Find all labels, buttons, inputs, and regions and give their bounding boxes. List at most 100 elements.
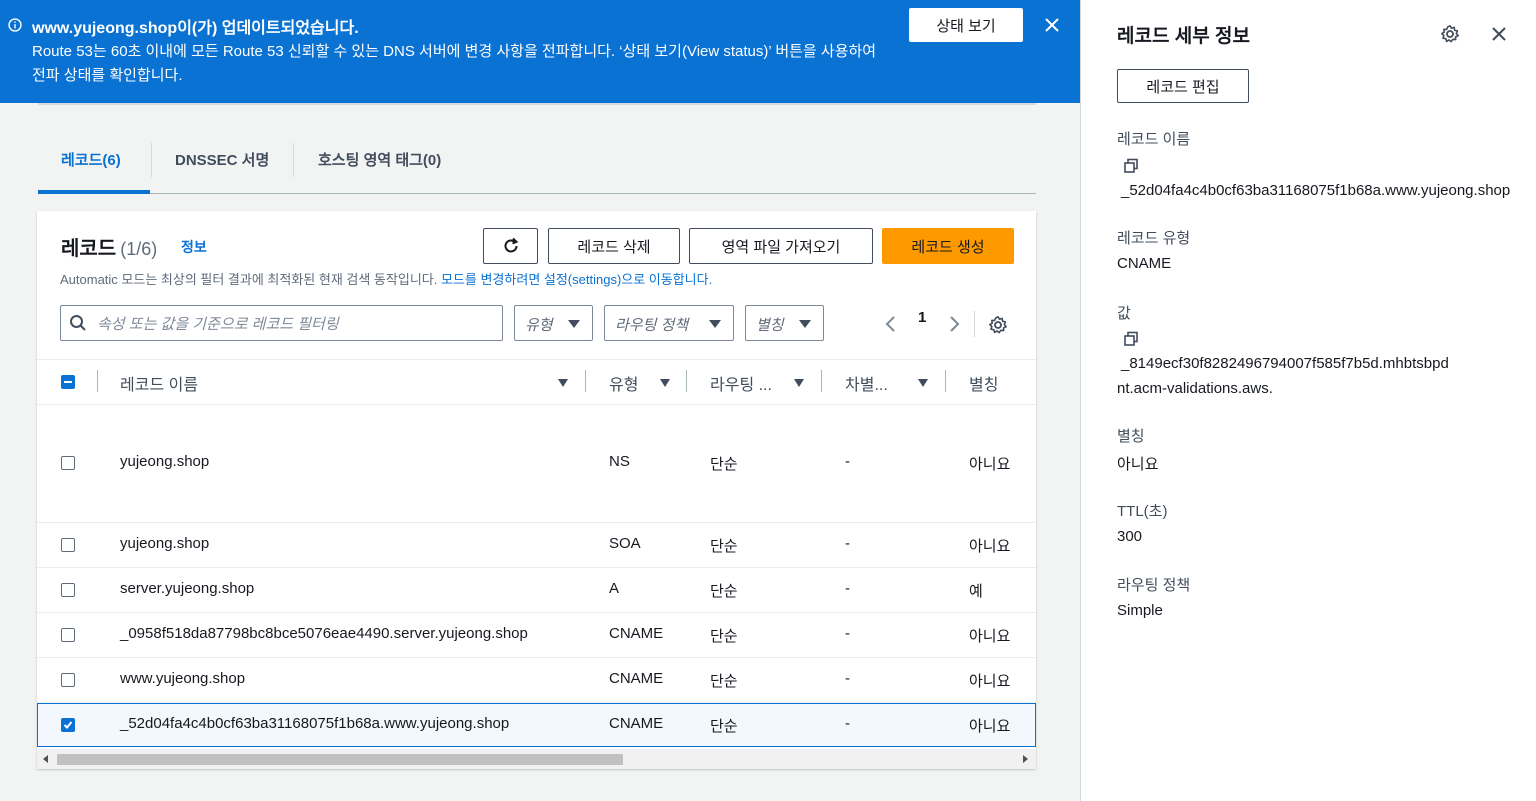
sort-icon[interactable] bbox=[558, 379, 568, 387]
routing-cell: 단순 bbox=[710, 673, 738, 690]
table-row[interactable]: www.yujeong.shop CNAME 단순 - 아니요 bbox=[37, 658, 1036, 703]
differentiator-cell: - bbox=[845, 625, 850, 642]
preferences-gear-icon[interactable] bbox=[988, 315, 1008, 335]
routing-cell: 단순 bbox=[710, 583, 738, 600]
description-text: Automatic 모드는 최상의 필터 결과에 최적화된 현재 검색 동작입니… bbox=[60, 272, 438, 287]
routing-policy-dropdown[interactable]: 라우팅 정책 bbox=[604, 305, 734, 341]
horizontal-scrollbar[interactable] bbox=[37, 749, 1036, 769]
tab-separator bbox=[293, 143, 294, 177]
row-checkbox[interactable] bbox=[61, 456, 75, 470]
info-icon bbox=[8, 18, 22, 32]
sort-icon[interactable] bbox=[918, 379, 928, 387]
row-checkbox[interactable] bbox=[61, 538, 75, 552]
refresh-icon bbox=[504, 237, 518, 253]
current-page[interactable]: 1 bbox=[918, 309, 926, 326]
ttl-value: 300 bbox=[1117, 528, 1143, 545]
select-all-checkbox[interactable] bbox=[61, 375, 75, 389]
record-name-cell: _0958f518da87798bc8bce5076eae4490.server… bbox=[120, 625, 528, 642]
next-page-icon[interactable] bbox=[947, 315, 961, 333]
alias-dropdown[interactable]: 별칭 bbox=[745, 305, 824, 341]
table-row[interactable]: server.yujeong.shop A 단순 - 예 bbox=[37, 568, 1036, 613]
records-title: 레코드 bbox=[61, 238, 117, 260]
scrollbar-thumb[interactable] bbox=[57, 754, 623, 765]
scroll-left-icon[interactable] bbox=[43, 755, 48, 763]
alias-cell: 아니요 bbox=[969, 718, 1011, 735]
record-type-label: 레코드 유형 bbox=[1117, 230, 1191, 247]
view-status-button[interactable]: 상태 보기 bbox=[909, 8, 1023, 42]
tab-bar: 레코드(6) DNSSEC 서명 호스팅 영역 태그(0) bbox=[38, 133, 1036, 194]
drawer-title: 레코드 세부 정보 bbox=[1117, 26, 1250, 47]
record-name-cell: _52d04fa4c4b0cf63ba31168075f1b68a.www.yu… bbox=[120, 715, 510, 732]
edit-record-button[interactable]: 레코드 편집 bbox=[1117, 69, 1249, 103]
row-checkbox[interactable] bbox=[61, 583, 75, 597]
refresh-button[interactable] bbox=[483, 228, 538, 264]
table-header: 레코드 이름 유형 라우팅 ... 차별... 별칭 bbox=[37, 359, 1036, 405]
column-header-alias[interactable]: 별칭 bbox=[969, 371, 998, 395]
settings-link[interactable]: 모드를 변경하려면 설정(settings)으로 이동합니다. bbox=[441, 272, 712, 287]
sort-icon[interactable] bbox=[660, 379, 670, 387]
record-name-cell: yujeong.shop bbox=[120, 453, 210, 470]
row-checkbox[interactable] bbox=[61, 628, 75, 642]
column-separator bbox=[686, 370, 687, 392]
differentiator-cell: - bbox=[845, 715, 850, 732]
alias-value: 아니요 bbox=[1117, 456, 1159, 473]
value-line-1: _8149ecf30f8282496794007f585f7b5d.mhbtsb… bbox=[1121, 355, 1449, 372]
column-header-differentiator[interactable]: 차별... bbox=[845, 371, 888, 395]
info-link[interactable]: 정보 bbox=[181, 237, 207, 257]
routing-cell: 단순 bbox=[710, 628, 738, 645]
flash-banner: www.yujeong.shop이(가) 업데이트되었습니다. Route 53… bbox=[0, 0, 1081, 103]
copy-icon[interactable] bbox=[1123, 331, 1139, 347]
record-name-cell: www.yujeong.shop bbox=[120, 670, 246, 687]
close-icon[interactable] bbox=[1490, 25, 1508, 43]
value-line-2: nt.acm-validations.aws. bbox=[1117, 380, 1273, 397]
type-dropdown[interactable]: 유형 bbox=[514, 305, 593, 341]
differentiator-cell: - bbox=[845, 453, 850, 470]
routing-cell: 단순 bbox=[710, 538, 738, 555]
alias-cell: 아니요 bbox=[969, 456, 1011, 473]
table-row[interactable]: yujeong.shop SOA 단순 - 아니요 bbox=[37, 523, 1036, 568]
tab-dnssec[interactable]: DNSSEC 서명 bbox=[175, 149, 269, 170]
routing-cell: 단순 bbox=[710, 456, 738, 473]
row-checkbox[interactable] bbox=[61, 673, 75, 687]
record-type-cell: CNAME bbox=[609, 670, 664, 687]
tab-separator bbox=[151, 143, 152, 177]
filter-input[interactable] bbox=[95, 312, 499, 336]
alias-label: 별칭 bbox=[1117, 428, 1145, 445]
routing-policy-label: 라우팅 정책 bbox=[1117, 577, 1191, 594]
tab-records[interactable]: 레코드(6) bbox=[61, 149, 121, 170]
divider bbox=[974, 311, 975, 337]
record-type-cell: NS bbox=[609, 453, 630, 470]
delete-record-button[interactable]: 레코드 삭제 bbox=[548, 228, 680, 264]
table-row-selected[interactable]: _52d04fa4c4b0cf63ba31168075f1b68a.www.yu… bbox=[37, 703, 1036, 747]
close-icon[interactable] bbox=[1040, 13, 1064, 37]
copy-icon[interactable] bbox=[1123, 158, 1139, 174]
alias-cell: 아니요 bbox=[969, 538, 1011, 555]
record-name-cell: server.yujeong.shop bbox=[120, 580, 255, 597]
record-name-label: 레코드 이름 bbox=[1117, 131, 1191, 148]
create-record-button[interactable]: 레코드 생성 bbox=[882, 228, 1014, 264]
routing-cell: 단순 bbox=[710, 718, 738, 735]
differentiator-cell: - bbox=[845, 580, 850, 597]
previous-page-icon[interactable] bbox=[884, 315, 898, 333]
record-name-value: _52d04fa4c4b0cf63ba31168075f1b68a.www.yu… bbox=[1121, 182, 1511, 199]
record-type-cell: CNAME bbox=[609, 715, 664, 732]
sort-icon[interactable] bbox=[794, 379, 804, 387]
value-label: 값 bbox=[1117, 305, 1131, 322]
table-row[interactable]: _0958f518da87798bc8bce5076eae4490.server… bbox=[37, 613, 1036, 658]
table-row[interactable]: yujeong.shop NS 단순 - 아니요 bbox=[37, 403, 1036, 523]
main-content: 레코드(6) DNSSEC 서명 호스팅 영역 태그(0) 레코드 (1/6) 정… bbox=[0, 103, 1081, 801]
column-header-name[interactable]: 레코드 이름 bbox=[120, 371, 198, 395]
type-dropdown-label: 유형 bbox=[525, 317, 553, 334]
banner-message: Route 53는 60초 이내에 모든 Route 53 신뢰할 수 있는 D… bbox=[32, 43, 877, 84]
gear-icon[interactable] bbox=[1440, 24, 1460, 44]
record-details-drawer: 레코드 세부 정보 레코드 편집 레코드 이름 _52d04fa4c4b0cf6… bbox=[1081, 0, 1536, 801]
scroll-right-icon[interactable] bbox=[1023, 755, 1028, 763]
column-separator bbox=[945, 370, 946, 392]
alias-cell: 예 bbox=[969, 583, 983, 600]
record-type-cell: A bbox=[609, 580, 620, 597]
column-header-routing[interactable]: 라우팅 ... bbox=[710, 371, 772, 395]
import-zone-file-button[interactable]: 영역 파일 가져오기 bbox=[689, 228, 873, 264]
tab-hosted-zone-tags[interactable]: 호스팅 영역 태그(0) bbox=[318, 149, 441, 170]
column-header-type[interactable]: 유형 bbox=[609, 371, 638, 395]
row-checkbox-checked[interactable] bbox=[61, 718, 75, 732]
